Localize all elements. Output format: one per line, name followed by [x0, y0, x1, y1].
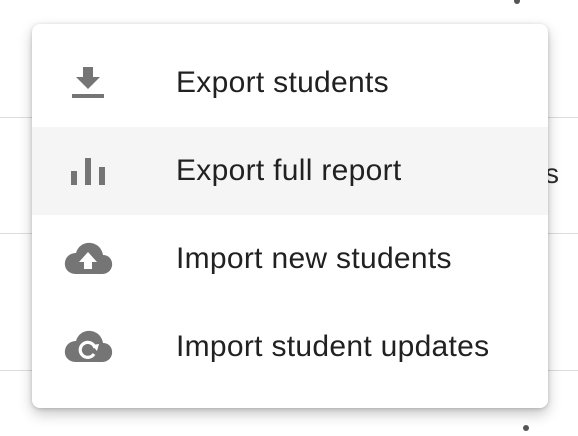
menu-item-label: Export students: [176, 66, 389, 99]
cloud-upload-icon: [62, 235, 114, 283]
menu-item-label: Export full report: [176, 154, 402, 187]
menu-item-export-students[interactable]: Export students: [32, 39, 548, 127]
download-icon: [62, 59, 114, 107]
menu-item-export-full-report[interactable]: Export full report: [32, 127, 548, 215]
cloud-sync-icon: [62, 323, 114, 371]
background-more-dot: [514, 0, 520, 4]
menu-item-import-student-updates[interactable]: Import student updates: [32, 303, 548, 391]
background-more-dot: [523, 425, 529, 431]
menu-item-import-new-students[interactable]: Import new students: [32, 215, 548, 303]
menu-item-label: Import new students: [176, 242, 452, 275]
menu-item-label: Import student updates: [176, 330, 490, 363]
bar-chart-icon: [62, 147, 114, 195]
export-import-menu: Export students Export full report Impor…: [32, 24, 548, 408]
menu-list: Export students Export full report Impor…: [32, 39, 548, 391]
